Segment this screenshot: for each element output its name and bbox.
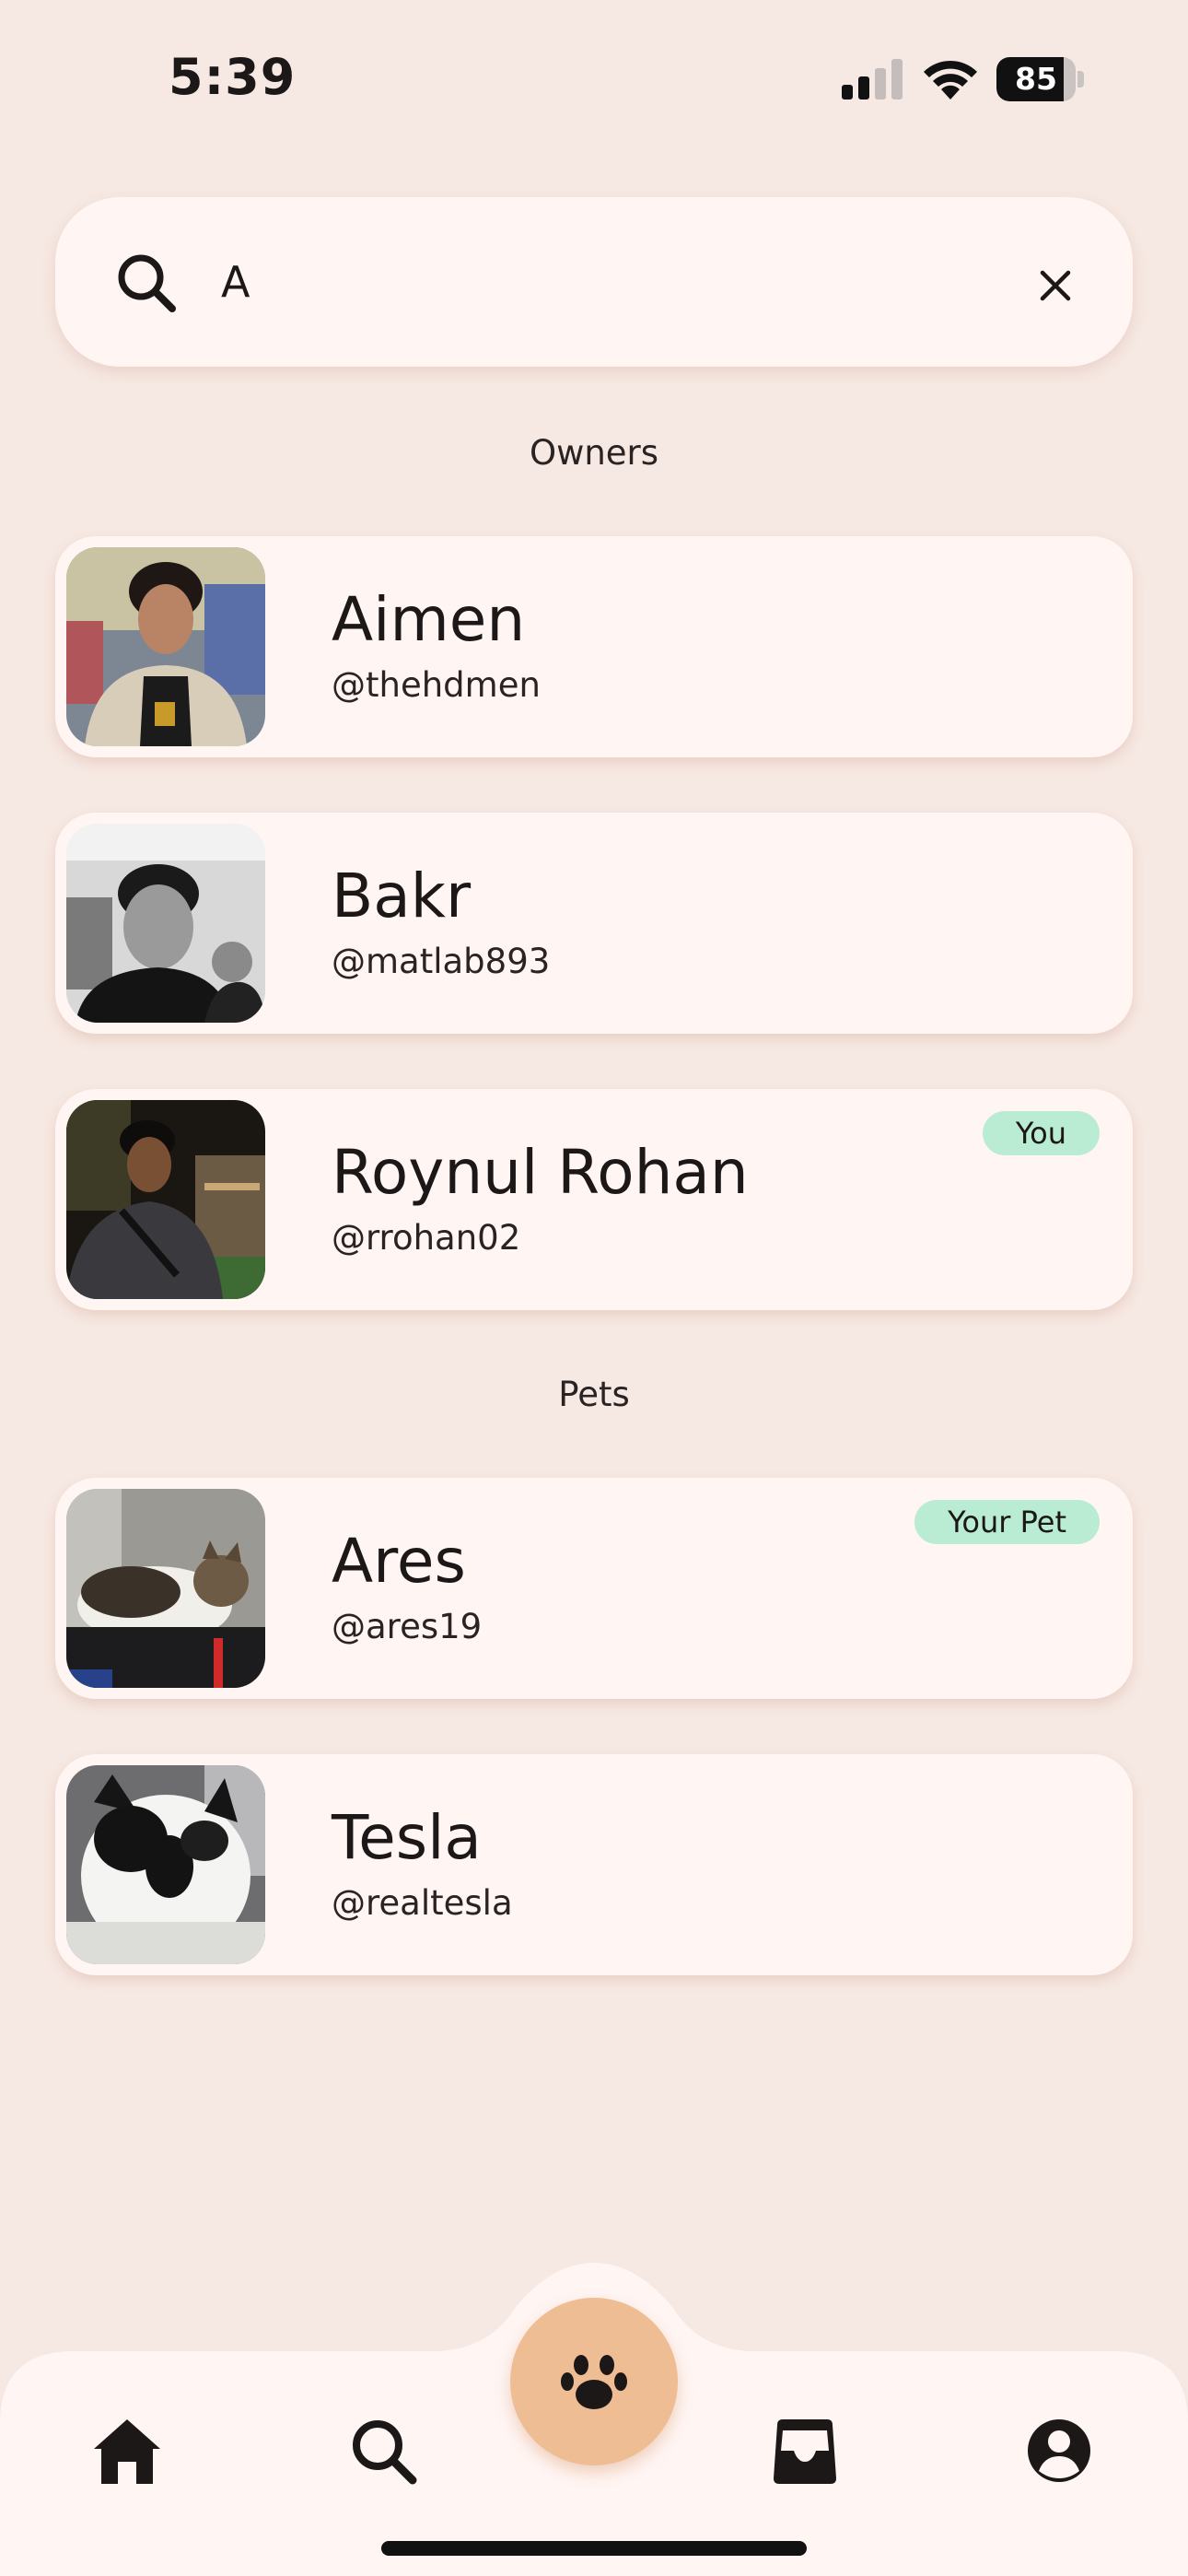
pet-name: Ares (332, 1526, 466, 1597)
pet-avatar (66, 1765, 265, 1964)
owner-handle: @rrohan02 (332, 1218, 521, 1258)
owner-name: Roynul Rohan (332, 1137, 749, 1208)
search-input[interactable] (221, 243, 976, 321)
status-time: 5:39 (169, 48, 297, 106)
pet-name: Tesla (332, 1802, 482, 1873)
pet-card-ares[interactable]: Ares @ares19 Your Pet (55, 1478, 1133, 1699)
owner-card-roynul-rohan[interactable]: Roynul Rohan @rrohan02 You (55, 1089, 1133, 1310)
search-icon (118, 254, 176, 312)
profile-icon[interactable] (1022, 2414, 1096, 2488)
cellular-signal-icon (842, 59, 903, 100)
owner-name: Bakr (332, 861, 472, 931)
inbox-icon[interactable] (768, 2414, 842, 2488)
pet-handle: @ares19 (332, 1607, 483, 1646)
pet-handle: @realtesla (332, 1883, 513, 1923)
clear-search-icon[interactable] (1035, 265, 1076, 306)
owner-card-bakr[interactable]: Bakr @matlab893 (55, 813, 1133, 1034)
owners-section-title: Owners (529, 433, 659, 473)
pet-avatar (66, 1489, 265, 1688)
paw-button[interactable] (510, 2298, 678, 2465)
owner-handle: @thehdmen (332, 665, 541, 705)
owner-handle: @matlab893 (332, 942, 551, 981)
owner-avatar (66, 1100, 265, 1299)
home-icon[interactable] (90, 2414, 164, 2488)
home-indicator (381, 2541, 807, 2556)
your-pet-badge: Your Pet (914, 1500, 1100, 1544)
battery-level: 85 (1015, 61, 1057, 97)
owner-avatar (66, 547, 265, 746)
you-badge: You (982, 1111, 1100, 1155)
owner-name: Aimen (332, 584, 526, 655)
status-bar: 5:39 85 (0, 0, 1188, 157)
owner-card-aimen[interactable]: Aimen @thehdmen (55, 536, 1133, 757)
battery-icon: 85 (996, 57, 1085, 101)
pets-section-title: Pets (558, 1375, 630, 1414)
owner-avatar (66, 824, 265, 1023)
pet-card-tesla[interactable]: Tesla @realtesla (55, 1754, 1133, 1975)
paw-icon (561, 2355, 627, 2409)
search-nav-icon[interactable] (346, 2414, 420, 2488)
search-bar[interactable] (55, 197, 1133, 367)
wifi-icon (924, 60, 977, 100)
